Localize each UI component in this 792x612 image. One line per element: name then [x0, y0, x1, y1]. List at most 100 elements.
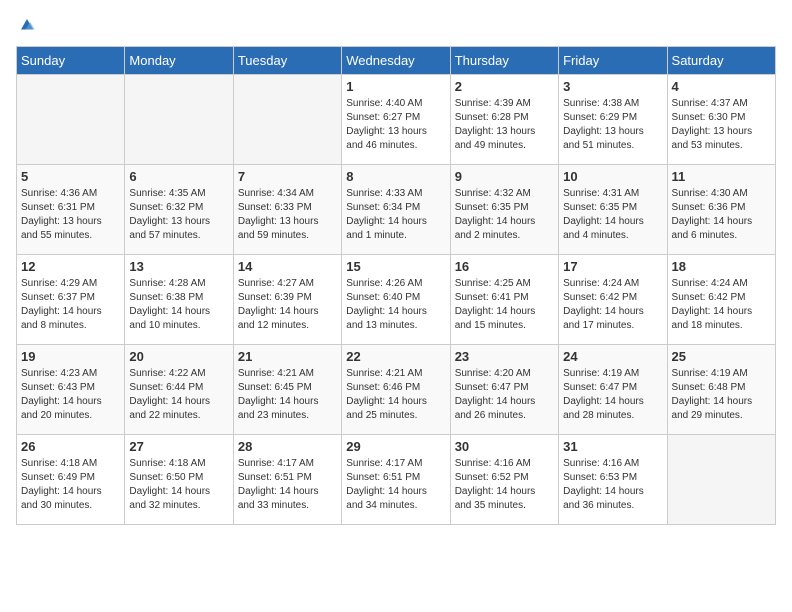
- day-number: 6: [129, 169, 228, 184]
- calendar-cell: 16 Sunrise: 4:25 AMSunset: 6:41 PMDayligh…: [450, 255, 558, 345]
- header-wednesday: Wednesday: [342, 47, 450, 75]
- day-number: 7: [238, 169, 337, 184]
- calendar-cell: 2 Sunrise: 4:39 AMSunset: 6:28 PMDaylight…: [450, 75, 558, 165]
- day-info: Sunrise: 4:22 AMSunset: 6:44 PMDaylight:…: [129, 367, 228, 423]
- header-friday: Friday: [559, 47, 667, 75]
- calendar-cell: 9Sunrise: 4:32 AMSunset: 6:35 PMDaylight…: [450, 165, 558, 255]
- calendar-cell: 1 Sunrise: 4:40 AMSunset: 6:27 PMDaylight…: [342, 75, 450, 165]
- day-number: 15: [346, 259, 445, 274]
- day-number: 30: [455, 439, 554, 454]
- calendar-table: SundayMondayTuesdayWednesdayThursdayFrid…: [16, 46, 776, 525]
- calendar-cell: 22 Sunrise: 4:21 AMSunset: 6:46 PMDayligh…: [342, 345, 450, 435]
- calendar-week-2: 5 Sunrise: 4:36 AMSunset: 6:31 PMDaylight…: [17, 165, 776, 255]
- calendar-cell: 8 Sunrise: 4:33 AMSunset: 6:34 PMDaylight…: [342, 165, 450, 255]
- day-number: 1: [346, 79, 445, 94]
- day-info: Sunrise: 4:30 AMSunset: 6:36 PMDaylight:…: [672, 187, 771, 243]
- day-number: 29: [346, 439, 445, 454]
- day-info: Sunrise: 4:21 AMSunset: 6:46 PMDaylight:…: [346, 367, 445, 423]
- day-number: 19: [21, 349, 120, 364]
- day-number: 20: [129, 349, 228, 364]
- calendar-cell: 3 Sunrise: 4:38 AMSunset: 6:29 PMDaylight…: [559, 75, 667, 165]
- calendar-cell: [667, 435, 775, 525]
- calendar-cell: 24 Sunrise: 4:19 AMSunset: 6:47 PMDayligh…: [559, 345, 667, 435]
- calendar-week-3: 12 Sunrise: 4:29 AMSunset: 6:37 PMDayligh…: [17, 255, 776, 345]
- logo: [16, 16, 36, 34]
- calendar-cell: 15 Sunrise: 4:26 AMSunset: 6:40 PMDayligh…: [342, 255, 450, 345]
- calendar-cell: [233, 75, 341, 165]
- day-info: Sunrise: 4:26 AMSunset: 6:40 PMDaylight:…: [346, 277, 445, 333]
- day-info: Sunrise: 4:17 AMSunset: 6:51 PMDaylight:…: [238, 457, 337, 513]
- day-info: Sunrise: 4:24 AMSunset: 6:42 PMDaylight:…: [672, 277, 771, 333]
- day-number: 14: [238, 259, 337, 274]
- day-number: 3: [563, 79, 662, 94]
- day-info: Sunrise: 4:20 AMSunset: 6:47 PMDaylight:…: [455, 367, 554, 423]
- calendar-cell: 4 Sunrise: 4:37 AMSunset: 6:30 PMDaylight…: [667, 75, 775, 165]
- day-info: Sunrise: 4:33 AMSunset: 6:34 PMDaylight:…: [346, 187, 445, 243]
- day-number: 22: [346, 349, 445, 364]
- calendar-cell: 23Sunrise: 4:20 AMSunset: 6:47 PMDayligh…: [450, 345, 558, 435]
- calendar-cell: 17Sunrise: 4:24 AMSunset: 6:42 PMDayligh…: [559, 255, 667, 345]
- day-number: 18: [672, 259, 771, 274]
- day-info: Sunrise: 4:19 AMSunset: 6:47 PMDaylight:…: [563, 367, 662, 423]
- day-info: Sunrise: 4:16 AMSunset: 6:52 PMDaylight:…: [455, 457, 554, 513]
- calendar-cell: 27 Sunrise: 4:18 AMSunset: 6:50 PMDayligh…: [125, 435, 233, 525]
- calendar-week-4: 19 Sunrise: 4:23 AMSunset: 6:43 PMDayligh…: [17, 345, 776, 435]
- day-info: Sunrise: 4:36 AMSunset: 6:31 PMDaylight:…: [21, 187, 120, 243]
- calendar-cell: 29Sunrise: 4:17 AMSunset: 6:51 PMDayligh…: [342, 435, 450, 525]
- day-number: 9: [455, 169, 554, 184]
- day-info: Sunrise: 4:35 AMSunset: 6:32 PMDaylight:…: [129, 187, 228, 243]
- calendar-cell: 25 Sunrise: 4:19 AMSunset: 6:48 PMDayligh…: [667, 345, 775, 435]
- day-number: 17: [563, 259, 662, 274]
- day-number: 8: [346, 169, 445, 184]
- calendar-cell: 12 Sunrise: 4:29 AMSunset: 6:37 PMDayligh…: [17, 255, 125, 345]
- header-tuesday: Tuesday: [233, 47, 341, 75]
- calendar-header-row: SundayMondayTuesdayWednesdayThursdayFrid…: [17, 47, 776, 75]
- calendar-cell: 11 Sunrise: 4:30 AMSunset: 6:36 PMDayligh…: [667, 165, 775, 255]
- day-info: Sunrise: 4:37 AMSunset: 6:30 PMDaylight:…: [672, 97, 771, 153]
- day-info: Sunrise: 4:18 AMSunset: 6:50 PMDaylight:…: [129, 457, 228, 513]
- day-info: Sunrise: 4:23 AMSunset: 6:43 PMDaylight:…: [21, 367, 120, 423]
- day-info: Sunrise: 4:34 AMSunset: 6:33 PMDaylight:…: [238, 187, 337, 243]
- day-info: Sunrise: 4:28 AMSunset: 6:38 PMDaylight:…: [129, 277, 228, 333]
- calendar-cell: 18 Sunrise: 4:24 AMSunset: 6:42 PMDayligh…: [667, 255, 775, 345]
- day-info: Sunrise: 4:19 AMSunset: 6:48 PMDaylight:…: [672, 367, 771, 423]
- day-info: Sunrise: 4:40 AMSunset: 6:27 PMDaylight:…: [346, 97, 445, 153]
- day-info: Sunrise: 4:21 AMSunset: 6:45 PMDaylight:…: [238, 367, 337, 423]
- day-number: 25: [672, 349, 771, 364]
- day-info: Sunrise: 4:18 AMSunset: 6:49 PMDaylight:…: [21, 457, 120, 513]
- calendar-cell: 13 Sunrise: 4:28 AMSunset: 6:38 PMDayligh…: [125, 255, 233, 345]
- day-number: 31: [563, 439, 662, 454]
- day-number: 5: [21, 169, 120, 184]
- day-info: Sunrise: 4:29 AMSunset: 6:37 PMDaylight:…: [21, 277, 120, 333]
- calendar-cell: 6 Sunrise: 4:35 AMSunset: 6:32 PMDaylight…: [125, 165, 233, 255]
- day-number: 24: [563, 349, 662, 364]
- day-info: Sunrise: 4:38 AMSunset: 6:29 PMDaylight:…: [563, 97, 662, 153]
- header-thursday: Thursday: [450, 47, 558, 75]
- calendar-cell: 31Sunrise: 4:16 AMSunset: 6:53 PMDayligh…: [559, 435, 667, 525]
- calendar-week-1: 1 Sunrise: 4:40 AMSunset: 6:27 PMDaylight…: [17, 75, 776, 165]
- day-number: 2: [455, 79, 554, 94]
- day-info: Sunrise: 4:25 AMSunset: 6:41 PMDaylight:…: [455, 277, 554, 333]
- day-info: Sunrise: 4:39 AMSunset: 6:28 PMDaylight:…: [455, 97, 554, 153]
- day-number: 10: [563, 169, 662, 184]
- logo-icon: [18, 16, 36, 34]
- header-monday: Monday: [125, 47, 233, 75]
- day-info: Sunrise: 4:27 AMSunset: 6:39 PMDaylight:…: [238, 277, 337, 333]
- day-info: Sunrise: 4:31 AMSunset: 6:35 PMDaylight:…: [563, 187, 662, 243]
- calendar-cell: 19 Sunrise: 4:23 AMSunset: 6:43 PMDayligh…: [17, 345, 125, 435]
- day-number: 11: [672, 169, 771, 184]
- day-number: 16: [455, 259, 554, 274]
- calendar-cell: 26Sunrise: 4:18 AMSunset: 6:49 PMDayligh…: [17, 435, 125, 525]
- day-number: 12: [21, 259, 120, 274]
- header-sunday: Sunday: [17, 47, 125, 75]
- calendar-cell: 7 Sunrise: 4:34 AMSunset: 6:33 PMDaylight…: [233, 165, 341, 255]
- page-header: [16, 16, 776, 34]
- calendar-cell: [125, 75, 233, 165]
- day-number: 4: [672, 79, 771, 94]
- calendar-cell: 20 Sunrise: 4:22 AMSunset: 6:44 PMDayligh…: [125, 345, 233, 435]
- calendar-cell: 5 Sunrise: 4:36 AMSunset: 6:31 PMDaylight…: [17, 165, 125, 255]
- calendar-cell: 14 Sunrise: 4:27 AMSunset: 6:39 PMDayligh…: [233, 255, 341, 345]
- day-number: 13: [129, 259, 228, 274]
- day-number: 27: [129, 439, 228, 454]
- calendar-cell: 21Sunrise: 4:21 AMSunset: 6:45 PMDayligh…: [233, 345, 341, 435]
